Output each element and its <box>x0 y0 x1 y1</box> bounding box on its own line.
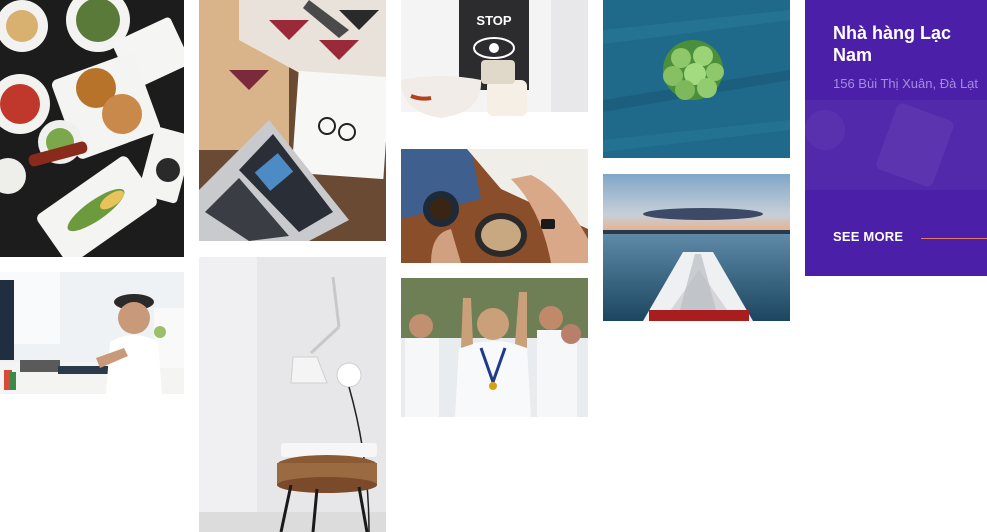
see-more-accent-line <box>921 238 987 239</box>
photo-artist[interactable] <box>0 272 184 394</box>
photo-green-peas[interactable] <box>603 0 790 158</box>
photo-desk[interactable] <box>199 0 386 241</box>
photo-kayak[interactable] <box>603 174 790 321</box>
photo-coffee[interactable] <box>401 149 588 263</box>
coffee-table-photo-icon <box>401 149 588 263</box>
football-celebration-photo-icon <box>401 278 588 417</box>
kayak-lake-photo-icon <box>603 174 790 321</box>
laptop-desk-photo-icon <box>199 0 386 241</box>
restaurant-name: Nhà hàng Lạc Nam <box>833 23 952 65</box>
photo-football[interactable] <box>401 278 588 417</box>
artist-photo-icon <box>0 272 184 394</box>
photo-food[interactable] <box>0 0 184 257</box>
photo-lamp[interactable] <box>199 257 386 532</box>
see-more-link[interactable]: SEE MORE <box>833 229 903 244</box>
stop-sign-photo-icon: STOP <box>401 0 588 133</box>
stop-sign-text: STOP <box>476 13 511 28</box>
restaurant-address: 156 Bùi Thị Xuân, Đà Lạt <box>833 76 979 91</box>
photo-stop-sign[interactable]: STOP <box>401 0 588 133</box>
food-photo-icon <box>0 0 184 257</box>
green-peas-photo-icon <box>603 0 790 158</box>
featured-restaurant-card[interactable]: Nhà hàng Lạc Nam 156 Bùi Thị Xuân, Đà Lạ… <box>805 0 987 276</box>
lamp-stool-photo-icon <box>199 257 386 532</box>
